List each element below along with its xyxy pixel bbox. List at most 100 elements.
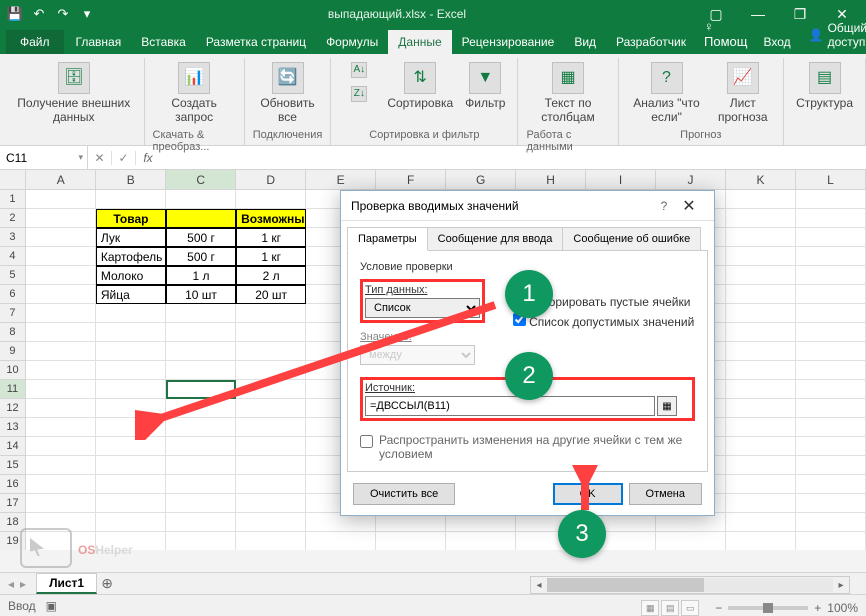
sort-asc-button[interactable]: A↓ xyxy=(339,60,379,82)
cell[interactable] xyxy=(726,494,796,513)
cell[interactable] xyxy=(726,323,796,342)
cell[interactable] xyxy=(796,418,866,437)
save-icon[interactable]: 💾 xyxy=(4,3,26,25)
sort-button[interactable]: ⇅Сортировка xyxy=(383,60,457,112)
row-header[interactable]: 10 xyxy=(0,361,26,380)
outline-button[interactable]: ▤Структура xyxy=(792,60,857,112)
cell[interactable] xyxy=(796,532,866,550)
cell[interactable] xyxy=(726,456,796,475)
row-header[interactable]: 12 xyxy=(0,399,26,418)
normal-view-icon[interactable]: ▦ xyxy=(641,600,659,616)
qat-custom-icon[interactable]: ▾ xyxy=(76,3,98,25)
cell[interactable]: 2 л xyxy=(236,266,306,285)
cell[interactable] xyxy=(96,475,166,494)
cell[interactable] xyxy=(796,285,866,304)
cell[interactable] xyxy=(796,266,866,285)
external-data-button[interactable]: 🗄Получение внешних данных xyxy=(12,60,136,127)
zoom-in-icon[interactable]: + xyxy=(814,601,821,615)
cell[interactable] xyxy=(726,437,796,456)
tab-review[interactable]: Рецензирование xyxy=(452,30,565,54)
cell[interactable] xyxy=(726,342,796,361)
row-header[interactable]: 8 xyxy=(0,323,26,342)
sheet-nav-next-icon[interactable]: ▸ xyxy=(20,577,26,591)
cell[interactable] xyxy=(796,190,866,209)
forecast-button[interactable]: 📈Лист прогноза xyxy=(710,60,775,127)
col-header[interactable]: D xyxy=(236,170,306,189)
row-header[interactable]: 5 xyxy=(0,266,26,285)
cell[interactable] xyxy=(26,190,96,209)
col-header[interactable]: G xyxy=(446,170,516,189)
tab-view[interactable]: Вид xyxy=(564,30,606,54)
cell[interactable] xyxy=(726,285,796,304)
cell[interactable] xyxy=(166,190,236,209)
cell[interactable] xyxy=(26,266,96,285)
cell[interactable] xyxy=(26,285,96,304)
cell[interactable] xyxy=(796,456,866,475)
row-header[interactable]: 2 xyxy=(0,209,26,228)
cell[interactable] xyxy=(656,532,726,550)
cell[interactable] xyxy=(796,494,866,513)
col-header[interactable]: H xyxy=(516,170,586,189)
tab-formulas[interactable]: Формулы xyxy=(316,30,388,54)
cell[interactable] xyxy=(96,190,166,209)
redo-icon[interactable]: ↷ xyxy=(52,3,74,25)
cell[interactable] xyxy=(726,266,796,285)
cell[interactable] xyxy=(166,456,236,475)
scroll-right-icon[interactable]: ▸ xyxy=(833,580,849,591)
dialog-help-icon[interactable]: ? xyxy=(654,199,674,213)
cell[interactable] xyxy=(796,247,866,266)
add-sheet-icon[interactable]: ⊕ xyxy=(97,575,117,592)
zoom-slider[interactable] xyxy=(728,606,808,610)
cell[interactable] xyxy=(236,190,306,209)
cell[interactable] xyxy=(26,228,96,247)
cell[interactable] xyxy=(796,399,866,418)
refresh-all-button[interactable]: 🔄Обновить все xyxy=(253,60,323,127)
cell[interactable]: 1 кг xyxy=(236,247,306,266)
text-to-columns-button[interactable]: ▦Текст по столбцам xyxy=(526,60,609,127)
row-header[interactable]: 13 xyxy=(0,418,26,437)
cell[interactable]: 1 кг xyxy=(236,228,306,247)
cell[interactable] xyxy=(376,532,446,550)
col-header[interactable]: B xyxy=(96,170,166,189)
cell[interactable] xyxy=(26,475,96,494)
tab-insert[interactable]: Вставка xyxy=(131,30,196,54)
cell[interactable] xyxy=(26,304,96,323)
cell[interactable] xyxy=(236,513,306,532)
dialog-tab-input-msg[interactable]: Сообщение для ввода xyxy=(427,227,564,251)
cell[interactable] xyxy=(236,456,306,475)
col-header[interactable]: I xyxy=(586,170,656,189)
share-button[interactable]: 👤Общий доступ xyxy=(799,16,866,54)
col-header[interactable]: F xyxy=(376,170,446,189)
page-layout-icon[interactable]: ▤ xyxy=(661,600,679,616)
horizontal-scrollbar[interactable]: ◂ ▸ xyxy=(530,576,850,594)
tab-data[interactable]: Данные xyxy=(388,30,451,54)
row-header[interactable]: 4 xyxy=(0,247,26,266)
col-header[interactable]: J xyxy=(656,170,726,189)
cell[interactable]: Лук xyxy=(96,228,166,247)
clear-all-button[interactable]: Очистить все xyxy=(353,483,455,505)
cell[interactable]: 1 л xyxy=(166,266,236,285)
row-header[interactable]: 7 xyxy=(0,304,26,323)
cancel-formula-icon[interactable]: ✕ xyxy=(88,151,112,165)
cell[interactable] xyxy=(726,190,796,209)
cell[interactable] xyxy=(236,475,306,494)
cell[interactable] xyxy=(796,475,866,494)
zoom-out-icon[interactable]: − xyxy=(715,601,722,615)
cell[interactable] xyxy=(726,361,796,380)
cell[interactable] xyxy=(796,209,866,228)
col-header[interactable]: A xyxy=(26,170,96,189)
cell[interactable] xyxy=(726,418,796,437)
cell[interactable]: Картофель xyxy=(96,247,166,266)
macro-icon[interactable]: ▣ xyxy=(46,599,57,613)
cell[interactable] xyxy=(26,247,96,266)
cell[interactable] xyxy=(726,304,796,323)
page-break-icon[interactable]: ▭ xyxy=(681,600,699,616)
cell[interactable] xyxy=(796,323,866,342)
cell[interactable] xyxy=(166,532,236,550)
cell[interactable] xyxy=(726,513,796,532)
cell[interactable] xyxy=(796,380,866,399)
cell[interactable] xyxy=(166,475,236,494)
cell[interactable] xyxy=(166,209,236,228)
cell[interactable] xyxy=(26,342,96,361)
row-header[interactable]: 1 xyxy=(0,190,26,209)
